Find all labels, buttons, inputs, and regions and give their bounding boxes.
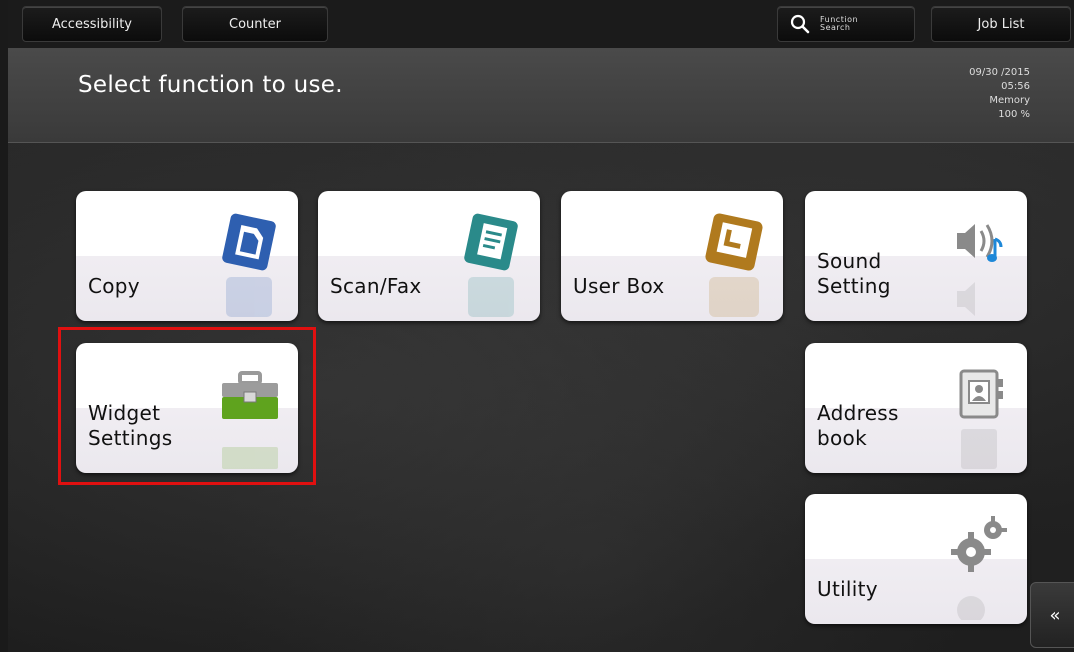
job-list-button[interactable]: Job List bbox=[931, 6, 1071, 42]
speaker-icon bbox=[957, 224, 1003, 262]
side-panel-toggle[interactable]: « bbox=[1030, 582, 1074, 648]
widget-settings-label-line1: Widget bbox=[88, 401, 161, 425]
scan-fax-icon-reflection bbox=[468, 277, 514, 317]
memory-value: 100 % bbox=[998, 109, 1030, 120]
widget-settings-tile[interactable]: Widget Settings bbox=[76, 343, 298, 473]
utility-label: Utility bbox=[817, 577, 878, 602]
sound-setting-label: Sound Setting bbox=[817, 249, 891, 299]
address-book-label-line2: book bbox=[817, 426, 867, 450]
accessibility-button[interactable]: Accessibility bbox=[22, 6, 162, 42]
status-panel: 09/30 /2015 05:56 Memory 100 % bbox=[969, 66, 1030, 122]
page-title: Select function to use. bbox=[78, 72, 343, 98]
function-search-line2: Search bbox=[820, 23, 851, 32]
gears-icon bbox=[951, 516, 1007, 572]
copy-label-text: Copy bbox=[88, 274, 140, 298]
toolbox-icon-reflection bbox=[222, 447, 278, 469]
user-box-label-text: User Box bbox=[573, 274, 665, 298]
counter-button[interactable]: Counter bbox=[182, 6, 328, 42]
toolbox-icon bbox=[222, 371, 278, 419]
widget-settings-label-line2: Settings bbox=[88, 426, 173, 450]
user-box-tile[interactable]: User Box bbox=[561, 191, 783, 321]
search-icon bbox=[790, 14, 810, 34]
memory-label: Memory bbox=[989, 95, 1030, 106]
address-book-icon bbox=[959, 369, 1003, 419]
date-text: 09/30 /2015 bbox=[969, 67, 1030, 78]
time-text: 05:56 bbox=[1001, 81, 1030, 92]
double-chevron-left-icon: « bbox=[1049, 604, 1061, 626]
copy-tile[interactable]: Copy bbox=[76, 191, 298, 321]
address-book-icon-reflection bbox=[961, 429, 997, 469]
user-box-icon bbox=[705, 213, 763, 271]
gears-icon-reflection bbox=[957, 596, 985, 620]
address-book-label-line1: Address bbox=[817, 401, 899, 425]
scan-fax-label-text: Scan/Fax bbox=[330, 274, 422, 298]
scan-fax-icon bbox=[464, 213, 518, 271]
sound-setting-tile[interactable]: Sound Setting bbox=[805, 191, 1027, 321]
sound-setting-label-line2: Setting bbox=[817, 274, 891, 298]
speaker-icon-reflection bbox=[957, 282, 975, 316]
address-book-tile[interactable]: Address book bbox=[805, 343, 1027, 473]
copy-icon-reflection bbox=[226, 277, 272, 317]
copy-icon bbox=[222, 213, 276, 271]
top-bar: Accessibility Counter Function Search Jo… bbox=[8, 0, 1074, 48]
scan-fax-label: Scan/Fax bbox=[330, 274, 422, 299]
screen: Accessibility Counter Function Search Jo… bbox=[8, 0, 1074, 652]
scan-fax-tile[interactable]: Scan/Fax bbox=[318, 191, 540, 321]
copy-label: Copy bbox=[88, 274, 140, 299]
sound-setting-label-line1: Sound bbox=[817, 249, 882, 273]
user-box-icon-reflection bbox=[709, 277, 759, 317]
utility-tile[interactable]: Utility bbox=[805, 494, 1027, 624]
header: Select function to use. 09/30 /2015 05:5… bbox=[8, 48, 1074, 143]
function-search-button[interactable]: Function Search bbox=[777, 6, 915, 42]
function-search-label: Function Search bbox=[820, 16, 858, 32]
address-book-label: Address book bbox=[817, 401, 899, 451]
widget-settings-label: Widget Settings bbox=[88, 401, 172, 451]
utility-label-text: Utility bbox=[817, 577, 878, 601]
user-box-label: User Box bbox=[573, 274, 665, 299]
